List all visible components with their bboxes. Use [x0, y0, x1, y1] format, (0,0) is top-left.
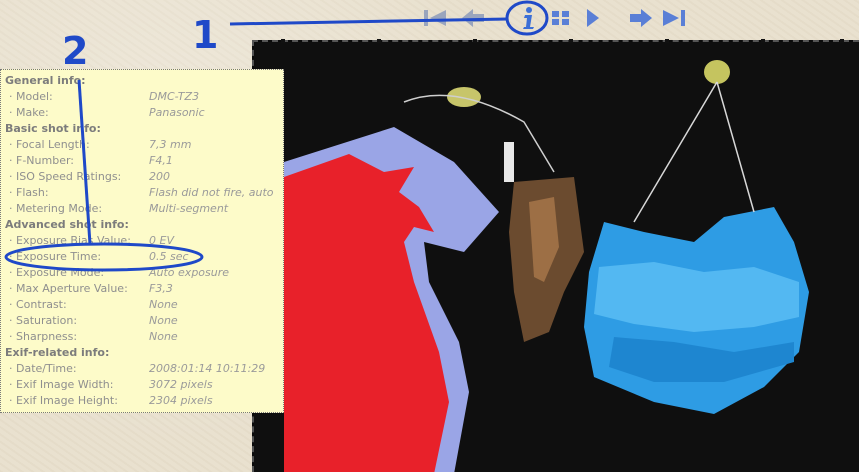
- info-label: · Model:: [9, 90, 53, 103]
- info-row: · Metering Mode: Multi-segment: [1, 201, 283, 217]
- info-value: 200: [149, 170, 170, 183]
- info-row: · F-Number: F4,1: [1, 153, 283, 169]
- first-image-button[interactable]: [422, 5, 448, 31]
- info-label: · Make:: [9, 106, 49, 119]
- thumbnails-icon: [550, 8, 572, 28]
- info-row-exposure-time: · Exposure Time: 0.5 sec: [1, 249, 283, 265]
- info-row: · Date/Time: 2008:01:14 10:11:29: [1, 361, 283, 377]
- info-value: None: [149, 330, 178, 343]
- info-value: Multi-segment: [149, 202, 229, 215]
- info-value: 2008:01:14 10:11:29: [149, 362, 266, 375]
- info-row: · ISO Speed Ratings: 200: [1, 169, 283, 185]
- previous-image-button[interactable]: [460, 5, 486, 31]
- photo-view[interactable]: [252, 40, 859, 472]
- next-image-icon: [628, 7, 654, 29]
- section-title-exif: Exif-related info:: [5, 346, 110, 359]
- frame-handle[interactable]: [665, 39, 669, 43]
- play-slideshow-button[interactable]: [580, 5, 606, 31]
- info-label: · Exif Image Width:: [9, 378, 114, 391]
- info-row: · Model: DMC-TZ3: [1, 89, 283, 105]
- info-label: · Flash:: [9, 186, 49, 199]
- next-image-button[interactable]: [628, 5, 654, 31]
- info-label: · Saturation:: [9, 314, 78, 327]
- info-label: · Exposure Mode:: [9, 266, 105, 279]
- info-button[interactable]: [515, 5, 541, 31]
- info-value: None: [149, 314, 178, 327]
- last-image-icon: [661, 7, 689, 29]
- info-value: Auto exposure: [149, 266, 230, 279]
- exif-info-panel: General info: · Model: DMC-TZ3 · Make: Pan…: [0, 69, 284, 413]
- info-value: DMC-TZ3: [149, 90, 200, 103]
- info-label: · Sharpness:: [9, 330, 78, 343]
- frame-handle[interactable]: [473, 39, 477, 43]
- first-image-icon: [422, 7, 448, 29]
- play-icon: [584, 7, 602, 29]
- photo-image: [254, 42, 859, 472]
- info-icon: [515, 6, 541, 30]
- frame-handle[interactable]: [840, 39, 844, 43]
- frame-handle[interactable]: [569, 39, 573, 43]
- info-label: · Exif Image Height:: [9, 394, 118, 407]
- info-label: · Max Aperture Value:: [9, 282, 128, 295]
- last-image-button[interactable]: [662, 5, 688, 31]
- info-label: · Metering Mode:: [9, 202, 103, 215]
- info-row: · Exif Image Width: 3072 pixels: [1, 377, 283, 393]
- info-label: · Contrast:: [9, 298, 67, 311]
- info-label: · Exposure Time:: [9, 250, 102, 263]
- info-value: 2304 pixels: [149, 394, 213, 407]
- info-value: 7,3 mm: [149, 138, 192, 151]
- info-label: · Focal Length:: [9, 138, 90, 151]
- info-row: · Flash: Flash did not fire, auto: [1, 185, 283, 201]
- callout-number-2: 2: [62, 29, 89, 73]
- section-title-advanced: Advanced shot info:: [5, 218, 129, 231]
- info-value: 0.5 sec: [149, 250, 189, 263]
- info-label: · ISO Speed Ratings:: [9, 170, 122, 183]
- info-row: · Focal Length: 7,3 mm: [1, 137, 283, 153]
- info-label: · Date/Time:: [9, 362, 77, 375]
- image-toolbar: [420, 5, 710, 33]
- info-value: None: [149, 298, 178, 311]
- frame-handle[interactable]: [377, 39, 381, 43]
- info-value: F4,1: [149, 154, 173, 167]
- info-label: · F-Number:: [9, 154, 74, 167]
- thumbnails-button[interactable]: [548, 5, 574, 31]
- info-value: F3,3: [149, 282, 173, 295]
- info-value: Flash did not fire, auto: [149, 186, 274, 199]
- info-row: · Max Aperture Value: F3,3: [1, 281, 283, 297]
- info-value: 3072 pixels: [149, 378, 213, 391]
- info-row: · Exif Image Height: 2304 pixels: [1, 393, 283, 409]
- callout-number-1: 1: [192, 13, 219, 57]
- info-row: · Contrast: None: [1, 297, 283, 313]
- section-title-basic: Basic shot info:: [5, 122, 101, 135]
- previous-image-icon: [460, 7, 486, 29]
- info-value: Panasonic: [149, 106, 205, 119]
- frame-handle[interactable]: [761, 39, 765, 43]
- info-row: · Exposure Mode: Auto exposure: [1, 265, 283, 281]
- info-row: · Make: Panasonic: [1, 105, 283, 121]
- frame-handle[interactable]: [281, 39, 285, 43]
- info-row: · Exposure Bias Value: 0 EV: [1, 233, 283, 249]
- section-title-general: General info:: [5, 74, 86, 87]
- info-row: · Saturation: None: [1, 313, 283, 329]
- info-value: 0 EV: [149, 234, 174, 247]
- info-row: · Sharpness: None: [1, 329, 283, 345]
- info-label: · Exposure Bias Value:: [9, 234, 131, 247]
